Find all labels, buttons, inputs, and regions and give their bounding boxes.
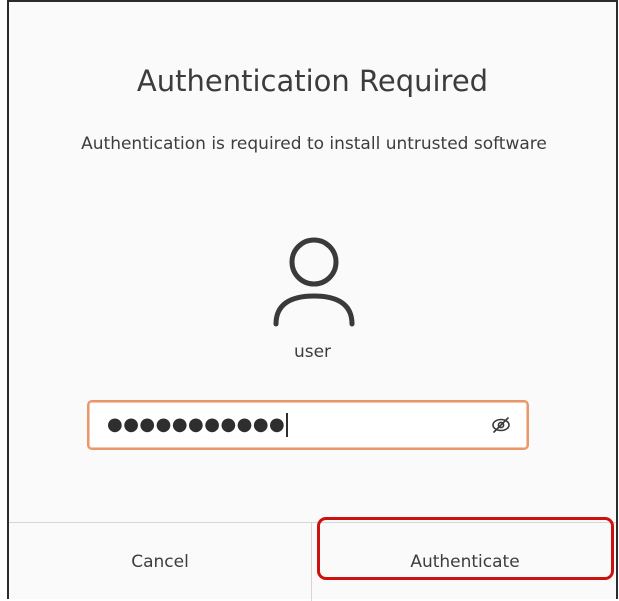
dialog-message: Authentication is required to install un… <box>81 134 547 154</box>
cancel-button[interactable]: Cancel <box>9 523 311 601</box>
eye-slash-icon[interactable] <box>491 415 511 435</box>
authentication-dialog: Authentication Required Authentication i… <box>7 0 618 601</box>
text-caret <box>286 413 289 437</box>
password-field[interactable]: ●●●●●●●●●●● <box>87 400 529 450</box>
authenticate-button[interactable]: Authenticate <box>312 523 618 601</box>
password-masked-value: ●●●●●●●●●●● <box>107 402 289 448</box>
user-avatar-icon <box>273 237 355 327</box>
username-label: user <box>293 342 332 362</box>
dialog-title: Authentication Required <box>136 64 489 98</box>
